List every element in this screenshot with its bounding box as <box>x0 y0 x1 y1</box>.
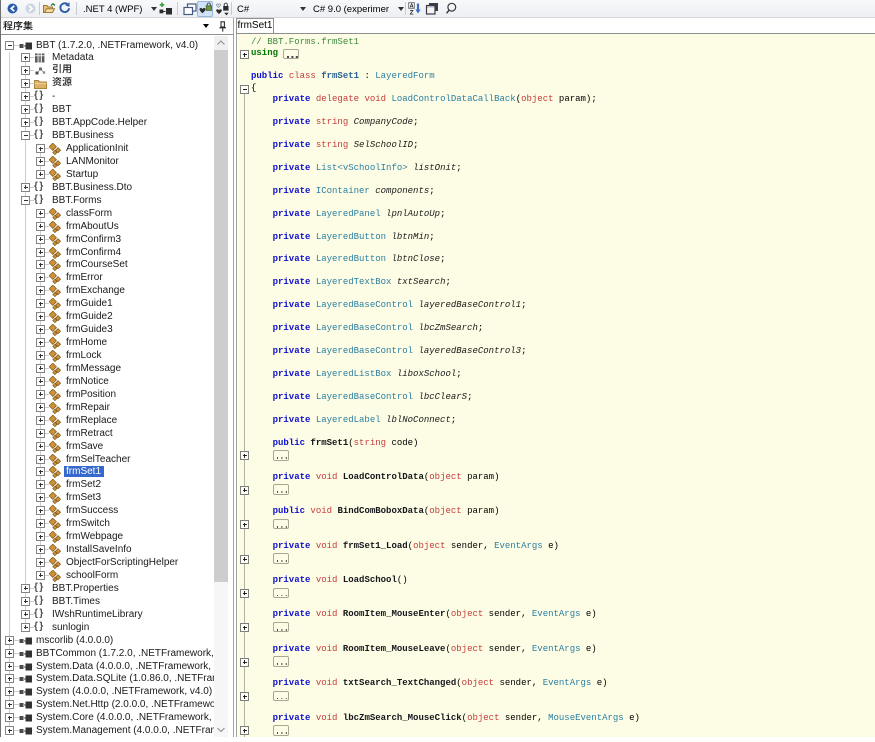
svg-text:A: A <box>410 3 414 9</box>
svg-text:Z: Z <box>410 10 414 16</box>
